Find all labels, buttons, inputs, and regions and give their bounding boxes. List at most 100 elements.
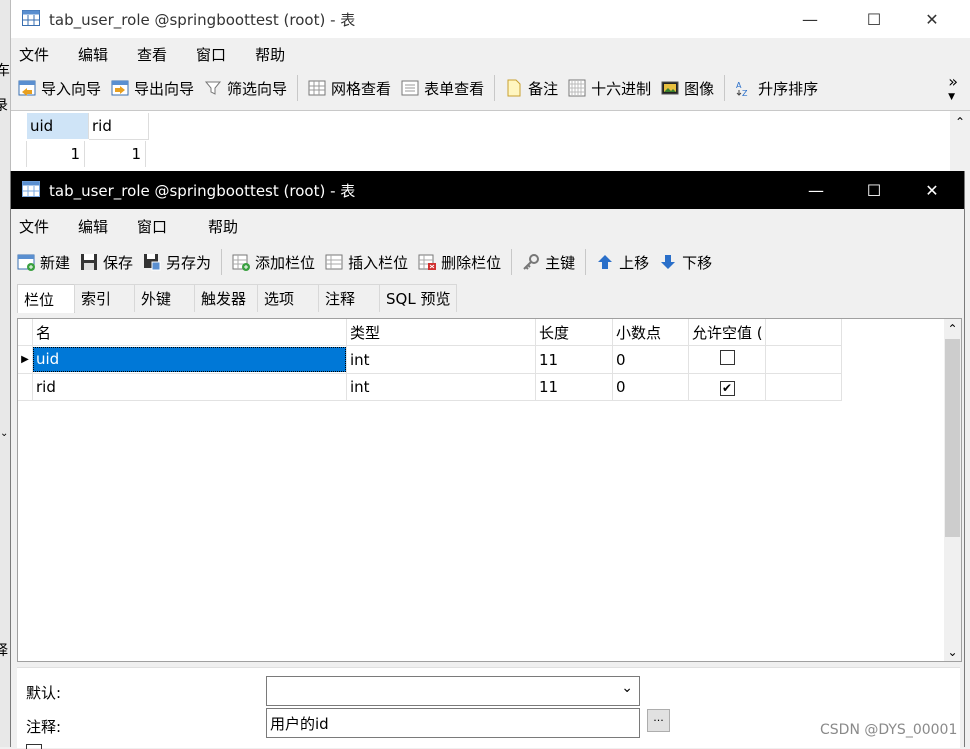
left-edge-chevron-icon: ⌄ [0, 428, 9, 439]
image-label: 图像 [684, 79, 715, 98]
move-down-button[interactable]: 下移 [654, 247, 717, 277]
save-disk-icon [80, 253, 98, 271]
tab-triggers[interactable]: 触发器 [194, 284, 258, 312]
row-name-cell[interactable]: uid [32, 345, 347, 374]
field-length-uid[interactable]: 11 [535, 345, 613, 374]
menu-help[interactable]: 帮助 [195, 216, 254, 237]
close-button[interactable]: ✕ [909, 171, 955, 209]
note-label: 备注 [528, 79, 559, 98]
default-select[interactable]: ⌄ [266, 676, 640, 706]
add-field-button[interactable]: 添加栏位 [227, 247, 320, 277]
tab-indexes[interactable]: 索引 [74, 284, 135, 312]
table-row[interactable]: rid int 11 0 ✔ [18, 373, 842, 401]
header-type[interactable]: 类型 [346, 319, 536, 346]
nullable-checkbox-uid[interactable] [719, 350, 735, 365]
toolbar-separator [494, 75, 496, 101]
header-marker-cell [18, 319, 33, 346]
save-button[interactable]: 保存 [75, 247, 138, 277]
field-length-rid[interactable]: 11 [535, 373, 613, 401]
menu-edit[interactable]: 编辑 [65, 216, 124, 237]
field-decimals-rid[interactable]: 0 [612, 373, 689, 401]
bg-menu-edit[interactable]: 编辑 [65, 44, 124, 65]
sort-ascending-button[interactable]: AZ 升序排序 [730, 73, 823, 103]
form-view-icon [401, 79, 419, 97]
row-extra-cell [765, 345, 842, 374]
export-wizard-button[interactable]: 导出向导 [106, 73, 199, 103]
field-type-uid[interactable]: int [346, 345, 536, 374]
nullable-checkbox-rid[interactable]: ✔ [719, 381, 735, 396]
hex-label: 十六进制 [591, 79, 652, 98]
menu-file[interactable]: 文件 [11, 216, 65, 237]
hex-button[interactable]: 十六进制 [563, 73, 656, 103]
import-wizard-button[interactable]: 导入向导 [13, 73, 106, 103]
table-row[interactable]: ▶ uid int 11 0 [18, 345, 842, 374]
design-toolbar: 新建 保存 另存为 添加栏位 插入栏位 删除栏位 主键 上移 下移 [11, 243, 964, 281]
tab-sql-preview[interactable]: SQL 预览 [379, 284, 457, 312]
form-view-label: 表单查看 [424, 79, 485, 98]
menu-window[interactable]: 窗口 [124, 216, 195, 237]
add-field-icon [232, 253, 251, 271]
bg-title-bar: tab_user_role @springboottest (root) - 表… [11, 0, 970, 38]
maximize-button[interactable]: ☐ [851, 171, 897, 209]
watermark-text: CSDN @DYS_00001 [820, 722, 958, 738]
field-type-rid[interactable]: int [346, 373, 536, 401]
bg-grid-header-rid[interactable]: rid [89, 113, 149, 140]
minimize-button[interactable]: — [793, 171, 839, 209]
bg-menu-help[interactable]: 帮助 [242, 44, 301, 65]
comment-ellipsis-button[interactable]: ... [647, 709, 670, 732]
insert-field-button[interactable]: 插入栏位 [320, 247, 413, 277]
field-decimals-uid[interactable]: 0 [612, 345, 689, 374]
grid-view-button[interactable]: 网格查看 [303, 73, 396, 103]
bg-grid-cell-uid[interactable]: 1 [27, 141, 85, 167]
bg-minimize-button[interactable]: — [787, 0, 833, 38]
header-nullable[interactable]: 允许空值 ( [688, 319, 766, 346]
bg-grid-cell-rid[interactable]: 1 [89, 141, 146, 167]
scroll-down-icon[interactable]: ⌄ [944, 645, 961, 659]
header-decimals[interactable]: 小数点 [612, 319, 689, 346]
field-name-uid[interactable]: uid [33, 347, 346, 372]
bg-menu-view[interactable]: 查看 [124, 44, 183, 65]
comment-field[interactable]: 用户的id [266, 708, 640, 738]
grid-header-row: 名 类型 长度 小数点 允许空值 ( [18, 319, 842, 346]
sort-ascending-label: 升序排序 [758, 79, 819, 98]
bg-menu-file[interactable]: 文件 [11, 44, 65, 65]
tab-indexes-label: 索引 [81, 290, 112, 308]
bg-close-button[interactable]: ✕ [909, 0, 955, 38]
new-button[interactable]: 新建 [12, 247, 75, 277]
bg-grid-header-uid[interactable]: uid [27, 113, 89, 139]
move-up-button[interactable]: 上移 [591, 247, 654, 277]
save-label: 保存 [103, 253, 134, 272]
comment-value: 用户的id [270, 715, 329, 733]
header-length[interactable]: 长度 [535, 319, 613, 346]
form-view-button[interactable]: 表单查看 [396, 73, 489, 103]
design-tabs: 栏位 索引 外键 触发器 选项 注释 SQL 预览 [17, 284, 457, 313]
table-design-window: tab_user_role @springboottest (root) - 表… [10, 171, 965, 749]
new-label: 新建 [40, 253, 71, 272]
tab-triggers-label: 触发器 [201, 290, 247, 308]
toolbar-overflow-button[interactable]: » [948, 72, 958, 91]
scroll-up-icon[interactable]: ⌃ [944, 319, 961, 339]
delete-field-button[interactable]: 删除栏位 [413, 247, 506, 277]
bg-maximize-button[interactable]: ☐ [851, 0, 897, 38]
bg-grid-scrollbar[interactable]: ⌃ [950, 111, 970, 176]
tab-options[interactable]: 选项 [257, 284, 319, 312]
toolbar-separator [585, 249, 587, 275]
table-window-icon [22, 10, 40, 26]
save-as-button[interactable]: 另存为 [138, 247, 216, 277]
note-button[interactable]: 备注 [500, 73, 563, 103]
tab-comment[interactable]: 注释 [318, 284, 380, 312]
primary-key-button[interactable]: 主键 [517, 247, 580, 277]
bg-scroll-up-icon[interactable]: ⌃ [950, 115, 970, 129]
bg-grid-row-marker [11, 141, 27, 167]
image-button[interactable]: 图像 [656, 73, 719, 103]
tab-options-label: 选项 [264, 290, 295, 308]
filter-wizard-button[interactable]: 筛选向导 [199, 73, 292, 103]
bg-menu-bar: 文件 编辑 查看 窗口 帮助 [11, 38, 970, 70]
grid-vertical-scrollbar[interactable]: ⌃ ⌄ [944, 319, 961, 661]
tab-foreign-keys[interactable]: 外键 [134, 284, 195, 312]
header-name[interactable]: 名 [32, 319, 347, 346]
scrollbar-thumb[interactable] [945, 339, 960, 537]
tab-fields[interactable]: 栏位 [17, 284, 75, 313]
bg-menu-window[interactable]: 窗口 [183, 44, 242, 65]
field-name-rid[interactable]: rid [32, 373, 347, 401]
